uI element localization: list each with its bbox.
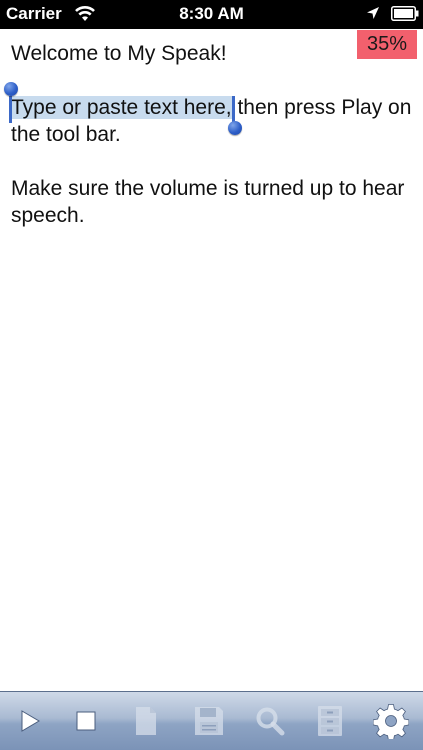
selection-start-handle[interactable] — [4, 82, 18, 96]
editor-text[interactable]: Welcome to My Speak! Type or paste text … — [4, 40, 416, 229]
new-document-button[interactable] — [122, 698, 170, 744]
selection-end-caret — [231, 96, 235, 123]
welcome-line: Welcome to My Speak! — [11, 42, 227, 65]
instruction-paragraph: Type or paste text here, then press Play… — [4, 82, 416, 148]
play-icon — [21, 710, 40, 732]
selection-end-handle[interactable] — [227, 121, 242, 135]
battery-icon — [391, 6, 419, 21]
save-button[interactable] — [185, 698, 233, 744]
volume-note: Make sure the volume is turned up to hea… — [11, 177, 405, 227]
text-selection[interactable]: Type or paste text here, — [4, 82, 242, 135]
gear-icon — [373, 704, 409, 739]
status-bar: Carrier 8:30 AM — [0, 0, 423, 29]
location-arrow-icon — [367, 7, 379, 19]
stop-icon — [76, 711, 96, 731]
file-cabinet-icon — [318, 706, 342, 736]
search-icon — [256, 707, 285, 736]
settings-button[interactable] — [367, 698, 415, 744]
clock-label: 8:30 AM — [179, 4, 244, 23]
bottom-toolbar — [0, 691, 423, 750]
play-button[interactable] — [6, 698, 54, 744]
text-editor[interactable]: 35% Welcome to My Speak! Type or paste t… — [0, 29, 423, 691]
save-disk-icon — [195, 707, 223, 735]
stop-button[interactable] — [62, 698, 110, 744]
app-screen: Carrier 8:30 AM 35% Welcome to My Speak!… — [0, 0, 423, 750]
search-button[interactable] — [246, 698, 294, 744]
selection-start-caret — [9, 96, 12, 123]
new-document-icon — [136, 707, 156, 735]
selected-text: Type or paste text here, — [11, 96, 232, 119]
file-cabinet-button[interactable] — [306, 698, 354, 744]
